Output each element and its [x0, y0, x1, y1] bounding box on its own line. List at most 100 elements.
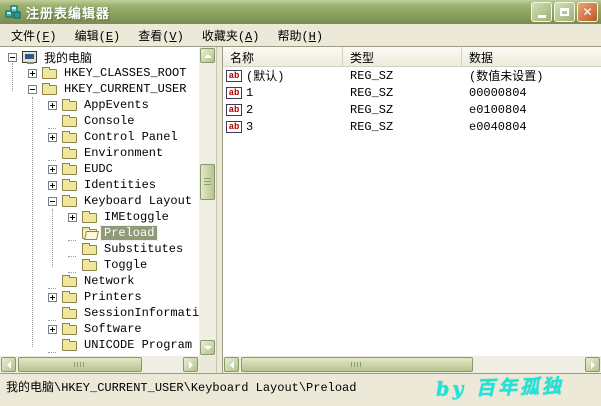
- tree-item-hkey-current-user[interactable]: HKEY_CURRENT_USER: [0, 81, 199, 97]
- menu-item-f[interactable]: 文件(F): [2, 24, 66, 46]
- scroll-down-button[interactable]: [200, 340, 215, 355]
- tree-item-network[interactable]: Network: [0, 273, 199, 289]
- thumb-grip: [204, 178, 211, 186]
- thumb-grip: [74, 362, 86, 367]
- value-type: REG_SZ: [343, 69, 462, 83]
- value-name-cell: ab1: [223, 86, 343, 100]
- screenshot-torn-frame: 注册表编辑器 ✕ 文件(F)编辑(E)查看(V)收藏夹(A)帮助(H) 我的电脑…: [0, 0, 601, 405]
- menu-item-a[interactable]: 收藏夹(A): [193, 24, 269, 46]
- tree-item-label: HKEY_CLASSES_ROOT: [61, 66, 189, 80]
- tree-item-sessioninformation[interactable]: SessionInformation: [0, 305, 199, 321]
- window-body: 我的电脑HKEY_CLASSES_ROOTHKEY_CURRENT_USERAp…: [0, 47, 601, 373]
- close-icon: ✕: [582, 6, 592, 18]
- tree-item-label: Preload: [101, 226, 157, 240]
- value-name: (默认): [246, 67, 284, 84]
- value-row[interactable]: ab3REG_SZe0040804: [223, 118, 601, 135]
- list-hscroll-thumb[interactable]: [241, 357, 473, 372]
- scroll-up-button[interactable]: [200, 48, 215, 63]
- arrow-left-icon: [3, 361, 11, 369]
- string-value-icon: ab: [226, 121, 242, 133]
- expand-icon[interactable]: [68, 213, 77, 222]
- arrow-right-icon: [591, 361, 599, 369]
- scroll-right-button[interactable]: [183, 357, 198, 372]
- expand-icon[interactable]: [48, 133, 57, 142]
- scroll-right-button[interactable]: [585, 357, 600, 372]
- maximize-button[interactable]: [554, 2, 575, 22]
- expand-icon[interactable]: [28, 69, 37, 78]
- tree-item-label: IMEtoggle: [101, 210, 172, 224]
- tree-item-我的电脑[interactable]: 我的电脑: [0, 49, 199, 65]
- tree-item-software[interactable]: Software: [0, 321, 199, 337]
- folder-icon: [62, 181, 77, 191]
- column-header-data[interactable]: 数据: [462, 47, 601, 66]
- tree-hscroll-thumb[interactable]: [18, 357, 142, 372]
- value-data: e0100804: [462, 103, 601, 117]
- tree-vscroll-thumb[interactable]: [200, 164, 215, 200]
- tree-horizontal-scrollbar[interactable]: [0, 356, 199, 373]
- watermark-text: by 百年孤独: [436, 371, 565, 401]
- collapse-icon[interactable]: [28, 85, 37, 94]
- tree-item-console[interactable]: Console: [0, 113, 199, 129]
- tree-vertical-scrollbar[interactable]: [199, 47, 216, 356]
- arrow-right-icon: [189, 361, 197, 369]
- tree-item-preload[interactable]: Preload: [0, 225, 199, 241]
- tree-item-label: Software: [81, 322, 145, 336]
- expand-icon[interactable]: [48, 101, 57, 110]
- folder-icon: [62, 117, 77, 127]
- tree-item-identities[interactable]: Identities: [0, 177, 199, 193]
- tree-connector-line: [12, 63, 13, 91]
- tree-item-label: Control Panel: [81, 130, 181, 144]
- tree-item-label: Console: [81, 114, 137, 128]
- tree-item-keyboard-layout[interactable]: Keyboard Layout: [0, 193, 199, 209]
- folder-icon: [62, 293, 77, 303]
- tree-item-eudc[interactable]: EUDC: [0, 161, 199, 177]
- computer-icon: [22, 51, 37, 63]
- tree-item-label: SessionInformation: [81, 306, 199, 320]
- tree-item-unicode-program-gro[interactable]: UNICODE Program Gro: [0, 337, 199, 353]
- scroll-left-button[interactable]: [224, 357, 239, 372]
- close-button[interactable]: ✕: [577, 2, 598, 22]
- column-header-type[interactable]: 类型: [343, 47, 462, 66]
- value-data: (数值未设置): [462, 67, 601, 84]
- tree-item-label: EUDC: [81, 162, 116, 176]
- tree-item-label: UNICODE Program Gro: [81, 338, 199, 352]
- minimize-button[interactable]: [531, 2, 552, 22]
- title-bar[interactable]: 注册表编辑器 ✕: [0, 0, 601, 24]
- tree-item-label: Network: [81, 274, 137, 288]
- list-horizontal-scrollbar[interactable]: [223, 356, 601, 373]
- expand-icon[interactable]: [48, 293, 57, 302]
- menu-item-h[interactable]: 帮助(H): [268, 24, 332, 46]
- value-row[interactable]: ab (默认) REG_SZ(数值未设置): [223, 67, 601, 84]
- tree-item-substitutes[interactable]: Substitutes: [0, 241, 199, 257]
- folder-icon: [82, 213, 97, 223]
- string-value-icon: ab: [226, 87, 242, 99]
- tree-item-control-panel[interactable]: Control Panel: [0, 129, 199, 145]
- collapse-icon[interactable]: [8, 53, 17, 62]
- tree-item-appevents[interactable]: AppEvents: [0, 97, 199, 113]
- value-name-cell: ab3: [223, 120, 343, 134]
- tree-item-printers[interactable]: Printers: [0, 289, 199, 305]
- folder-icon: [62, 149, 77, 159]
- folder-icon: [42, 69, 57, 79]
- collapse-icon[interactable]: [48, 197, 57, 206]
- registry-tree-pane: 我的电脑HKEY_CLASSES_ROOTHKEY_CURRENT_USERAp…: [0, 47, 216, 373]
- value-data: e0040804: [462, 120, 601, 134]
- menu-item-v[interactable]: 查看(V): [129, 24, 193, 46]
- column-header-name[interactable]: 名称: [223, 47, 343, 66]
- expand-icon[interactable]: [48, 165, 57, 174]
- string-value-icon: ab: [226, 70, 242, 82]
- value-row[interactable]: ab1REG_SZ00000804: [223, 84, 601, 101]
- value-row[interactable]: ab2REG_SZe0100804: [223, 101, 601, 118]
- expand-icon[interactable]: [48, 325, 57, 334]
- scroll-left-button[interactable]: [1, 357, 16, 372]
- menu-item-e[interactable]: 编辑(E): [66, 24, 130, 46]
- tree-item-toggle[interactable]: Toggle: [0, 257, 199, 273]
- tree-item-environment[interactable]: Environment: [0, 145, 199, 161]
- expand-icon[interactable]: [48, 181, 57, 190]
- value-name: 2: [246, 103, 253, 117]
- pane-splitter[interactable]: [216, 47, 223, 373]
- tree-item-imetoggle[interactable]: IMEtoggle: [0, 209, 199, 225]
- tree-item-hkey-classes-root[interactable]: HKEY_CLASSES_ROOT: [0, 65, 199, 81]
- minimize-icon: [538, 15, 546, 18]
- folder-icon: [62, 309, 77, 319]
